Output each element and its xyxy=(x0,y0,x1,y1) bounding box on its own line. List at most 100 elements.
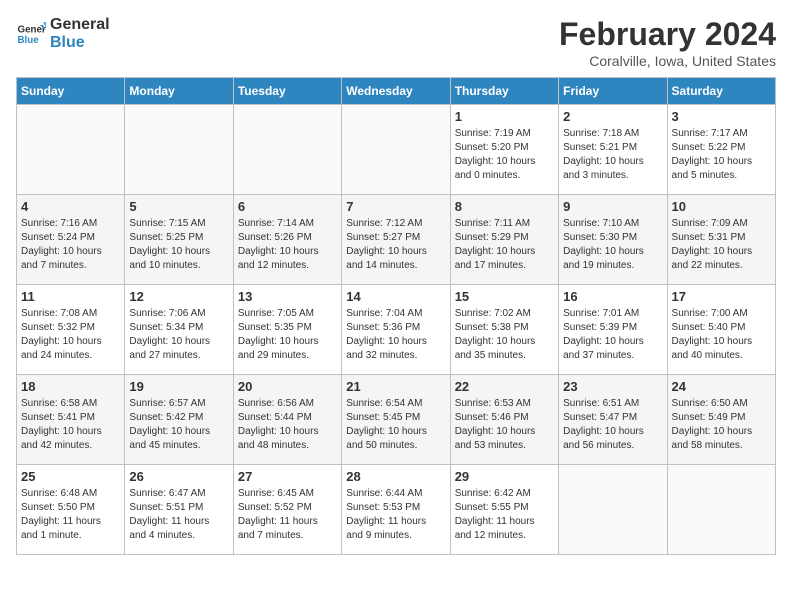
calendar-cell: 10 Sunrise: 7:09 AM Sunset: 5:31 PM Dayli… xyxy=(667,195,775,285)
calendar-cell: 25 Sunrise: 6:48 AM Sunset: 5:50 PM Dayli… xyxy=(17,465,125,555)
day-info: Sunrise: 7:08 AM Sunset: 5:32 PM Dayligh… xyxy=(21,307,120,363)
day-info: Sunrise: 7:19 AM Sunset: 5:20 PM Dayligh… xyxy=(455,127,554,183)
calendar-table: SundayMondayTuesdayWednesdayThursdayFrid… xyxy=(16,77,776,555)
calendar-cell: 9 Sunrise: 7:10 AM Sunset: 5:30 PM Daylig… xyxy=(559,195,667,285)
calendar-cell: 23Sunrise: 6:51 AM Sunset: 5:47 PM Dayli… xyxy=(559,375,667,465)
day-number: 6 xyxy=(238,199,337,214)
day-number: 21 xyxy=(346,379,445,394)
calendar-cell xyxy=(17,105,125,195)
calendar-cell: 28 Sunrise: 6:44 AM Sunset: 5:53 PM Dayli… xyxy=(342,465,450,555)
day-info: Sunrise: 7:10 AM Sunset: 5:30 PM Dayligh… xyxy=(563,217,662,273)
calendar-cell: 11 Sunrise: 7:08 AM Sunset: 5:32 PM Dayli… xyxy=(17,285,125,375)
day-info: Sunrise: 7:00 AM Sunset: 5:40 PM Dayligh… xyxy=(672,307,771,363)
calendar-cell: 5 Sunrise: 7:15 AM Sunset: 5:25 PM Daylig… xyxy=(125,195,233,285)
day-info: Sunrise: 7:14 AM Sunset: 5:26 PM Dayligh… xyxy=(238,217,337,273)
day-info: Sunrise: 6:44 AM Sunset: 5:53 PM Dayligh… xyxy=(346,487,445,543)
day-info: Sunrise: 6:47 AM Sunset: 5:51 PM Dayligh… xyxy=(129,487,228,543)
calendar-cell: 4 Sunrise: 7:16 AM Sunset: 5:24 PM Daylig… xyxy=(17,195,125,285)
day-info: Sunrise: 6:58 AM Sunset: 5:41 PM Dayligh… xyxy=(21,397,120,453)
calendar-cell: 13 Sunrise: 7:05 AM Sunset: 5:35 PM Dayli… xyxy=(233,285,341,375)
day-number: 27 xyxy=(238,469,337,484)
calendar-cell: 29Sunrise: 6:42 AM Sunset: 5:55 PM Dayli… xyxy=(450,465,558,555)
calendar-cell xyxy=(233,105,341,195)
day-number: 1 xyxy=(455,109,554,124)
day-info: Sunrise: 7:11 AM Sunset: 5:29 PM Dayligh… xyxy=(455,217,554,273)
title-area: February 2024 Coralville, Iowa, United S… xyxy=(559,16,776,69)
calendar-cell: 3 Sunrise: 7:17 AM Sunset: 5:22 PM Daylig… xyxy=(667,105,775,195)
day-number: 15 xyxy=(455,289,554,304)
page-subtitle: Coralville, Iowa, United States xyxy=(559,53,776,69)
day-number: 11 xyxy=(21,289,120,304)
calendar-cell: 8 Sunrise: 7:11 AM Sunset: 5:29 PM Daylig… xyxy=(450,195,558,285)
page-title: February 2024 xyxy=(559,16,776,53)
calendar-cell: 15 Sunrise: 7:02 AM Sunset: 5:38 PM Dayli… xyxy=(450,285,558,375)
svg-text:Blue: Blue xyxy=(18,35,40,46)
calendar-cell: 7 Sunrise: 7:12 AM Sunset: 5:27 PM Daylig… xyxy=(342,195,450,285)
col-header-friday: Friday xyxy=(559,78,667,105)
calendar-cell: 22 Sunrise: 6:53 AM Sunset: 5:46 PM Dayli… xyxy=(450,375,558,465)
day-info: Sunrise: 6:57 AM Sunset: 5:42 PM Dayligh… xyxy=(129,397,228,453)
day-number: 9 xyxy=(563,199,662,214)
day-number: 8 xyxy=(455,199,554,214)
day-info: Sunrise: 6:50 AM Sunset: 5:49 PM Dayligh… xyxy=(672,397,771,453)
day-info: Sunrise: 6:45 AM Sunset: 5:52 PM Dayligh… xyxy=(238,487,337,543)
day-number: 24 xyxy=(672,379,771,394)
day-number: 4 xyxy=(21,199,120,214)
calendar-cell: 21 Sunrise: 6:54 AM Sunset: 5:45 PM Dayli… xyxy=(342,375,450,465)
day-info: Sunrise: 7:17 AM Sunset: 5:22 PM Dayligh… xyxy=(672,127,771,183)
day-info: Sunrise: 7:01 AM Sunset: 5:39 PM Dayligh… xyxy=(563,307,662,363)
day-info: Sunrise: 7:09 AM Sunset: 5:31 PM Dayligh… xyxy=(672,217,771,273)
calendar-cell: 26 Sunrise: 6:47 AM Sunset: 5:51 PM Dayli… xyxy=(125,465,233,555)
day-number: 5 xyxy=(129,199,228,214)
day-info: Sunrise: 7:12 AM Sunset: 5:27 PM Dayligh… xyxy=(346,217,445,273)
col-header-saturday: Saturday xyxy=(667,78,775,105)
page-header: General Blue General Blue February 2024 … xyxy=(16,16,776,69)
day-info: Sunrise: 6:54 AM Sunset: 5:45 PM Dayligh… xyxy=(346,397,445,453)
day-number: 12 xyxy=(129,289,228,304)
day-info: Sunrise: 7:15 AM Sunset: 5:25 PM Dayligh… xyxy=(129,217,228,273)
day-info: Sunrise: 7:06 AM Sunset: 5:34 PM Dayligh… xyxy=(129,307,228,363)
calendar-cell xyxy=(667,465,775,555)
day-info: Sunrise: 6:56 AM Sunset: 5:44 PM Dayligh… xyxy=(238,397,337,453)
calendar-cell: 12 Sunrise: 7:06 AM Sunset: 5:34 PM Dayli… xyxy=(125,285,233,375)
logo-general: General xyxy=(50,16,110,34)
calendar-cell xyxy=(125,105,233,195)
day-number: 14 xyxy=(346,289,445,304)
calendar-cell: 16 Sunrise: 7:01 AM Sunset: 5:39 PM Dayli… xyxy=(559,285,667,375)
calendar-cell xyxy=(342,105,450,195)
calendar-cell: 19Sunrise: 6:57 AM Sunset: 5:42 PM Dayli… xyxy=(125,375,233,465)
day-number: 26 xyxy=(129,469,228,484)
col-header-wednesday: Wednesday xyxy=(342,78,450,105)
calendar-cell: 18Sunrise: 6:58 AM Sunset: 5:41 PM Dayli… xyxy=(17,375,125,465)
col-header-tuesday: Tuesday xyxy=(233,78,341,105)
calendar-week-4: 18Sunrise: 6:58 AM Sunset: 5:41 PM Dayli… xyxy=(17,375,776,465)
day-info: Sunrise: 7:18 AM Sunset: 5:21 PM Dayligh… xyxy=(563,127,662,183)
calendar-week-5: 25 Sunrise: 6:48 AM Sunset: 5:50 PM Dayli… xyxy=(17,465,776,555)
day-info: Sunrise: 7:05 AM Sunset: 5:35 PM Dayligh… xyxy=(238,307,337,363)
calendar-week-2: 4 Sunrise: 7:16 AM Sunset: 5:24 PM Daylig… xyxy=(17,195,776,285)
day-number: 25 xyxy=(21,469,120,484)
calendar-cell: 1 Sunrise: 7:19 AM Sunset: 5:20 PM Daylig… xyxy=(450,105,558,195)
day-number: 17 xyxy=(672,289,771,304)
day-number: 3 xyxy=(672,109,771,124)
logo-blue: Blue xyxy=(50,34,110,52)
calendar-cell: 24 Sunrise: 6:50 AM Sunset: 5:49 PM Dayli… xyxy=(667,375,775,465)
day-info: Sunrise: 7:02 AM Sunset: 5:38 PM Dayligh… xyxy=(455,307,554,363)
day-info: Sunrise: 7:16 AM Sunset: 5:24 PM Dayligh… xyxy=(21,217,120,273)
day-info: Sunrise: 6:48 AM Sunset: 5:50 PM Dayligh… xyxy=(21,487,120,543)
day-number: 20 xyxy=(238,379,337,394)
logo: General Blue General Blue xyxy=(16,16,110,51)
day-number: 2 xyxy=(563,109,662,124)
day-number: 29 xyxy=(455,469,554,484)
day-info: Sunrise: 6:53 AM Sunset: 5:46 PM Dayligh… xyxy=(455,397,554,453)
calendar-cell: 17 Sunrise: 7:00 AM Sunset: 5:40 PM Dayli… xyxy=(667,285,775,375)
day-number: 16 xyxy=(563,289,662,304)
day-number: 10 xyxy=(672,199,771,214)
day-number: 23 xyxy=(563,379,662,394)
day-number: 7 xyxy=(346,199,445,214)
day-number: 22 xyxy=(455,379,554,394)
day-number: 13 xyxy=(238,289,337,304)
calendar-cell: 6 Sunrise: 7:14 AM Sunset: 5:26 PM Daylig… xyxy=(233,195,341,285)
calendar-cell: 2 Sunrise: 7:18 AM Sunset: 5:21 PM Daylig… xyxy=(559,105,667,195)
day-number: 28 xyxy=(346,469,445,484)
